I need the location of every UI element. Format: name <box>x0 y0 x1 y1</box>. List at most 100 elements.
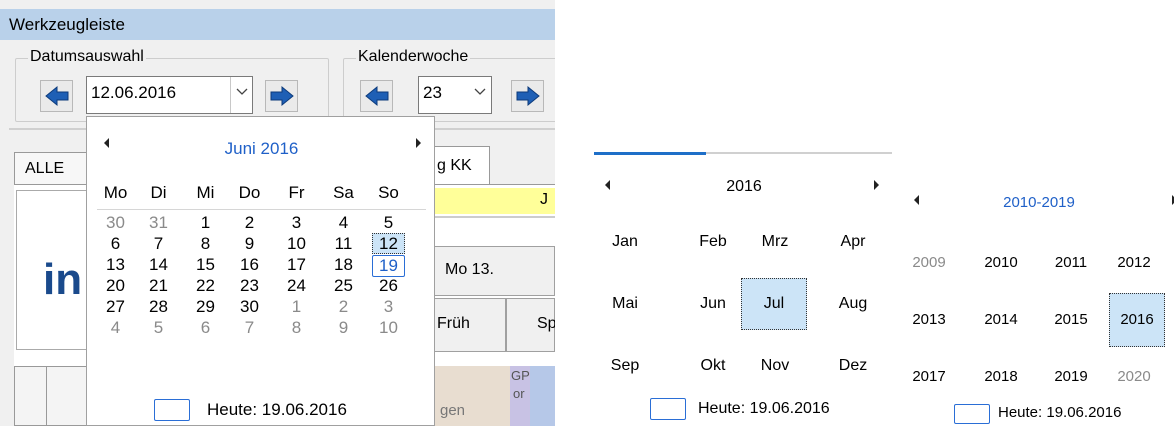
month-title[interactable]: Juni 2016 <box>87 139 436 159</box>
calendar-day[interactable]: 27 <box>99 297 132 317</box>
week-group-label: Kalenderwoche <box>356 48 471 66</box>
year-cell[interactable]: 2011 <box>1046 244 1096 282</box>
month-cell[interactable]: Sep <box>594 346 656 386</box>
arrow-left-icon <box>45 85 69 107</box>
shift-header-frueh[interactable]: Früh <box>432 298 506 352</box>
year-cell[interactable]: 2019 <box>1046 358 1096 396</box>
calendar-day[interactable]: 3 <box>280 213 313 233</box>
shift-header-sp[interactable]: Sp <box>506 298 555 352</box>
calendar-day[interactable]: 5 <box>142 318 175 338</box>
year-calendar-popup: 2016 Heute: 19.06.2016 Jan Feb Mrz Apr Mai Ju… <box>594 160 894 426</box>
date-dropdown-button[interactable] <box>230 77 252 113</box>
decade-title[interactable]: 2010-2019 <box>904 194 1174 211</box>
calendar-day[interactable]: 20 <box>99 276 132 296</box>
next-year-button[interactable] <box>874 180 879 190</box>
month-cell[interactable]: Aug <box>822 284 884 324</box>
calendar-day[interactable]: 24 <box>280 276 313 296</box>
calendar-day[interactable]: 5 <box>372 213 405 233</box>
calendar-day[interactable]: 14 <box>142 255 175 275</box>
calendar-day[interactable]: 16 <box>233 255 266 275</box>
calendar-day[interactable]: 10 <box>280 234 313 254</box>
calendar-day[interactable]: 31 <box>142 213 175 233</box>
week-input[interactable]: 23 <box>423 83 442 103</box>
year-cell[interactable]: 2020 <box>1109 358 1159 396</box>
calendar-day[interactable]: 7 <box>142 234 175 254</box>
year-cell[interactable]: 2010 <box>976 244 1026 282</box>
today-marker-icon <box>154 399 190 421</box>
calendar-day[interactable]: 30 <box>99 213 132 233</box>
next-week-button[interactable] <box>511 80 544 112</box>
tab-kk[interactable]: g KK <box>432 146 490 184</box>
month-cell[interactable]: Dez <box>822 346 884 386</box>
shift-cell[interactable]: gen <box>432 366 510 426</box>
month-cell[interactable]: Apr <box>822 222 884 262</box>
calendar-day[interactable]: 28 <box>142 297 175 317</box>
column-header-mo13[interactable]: Mo 13. <box>432 246 555 296</box>
arrow-right-icon <box>516 85 540 107</box>
today-link[interactable]: Heute: 19.06.2016 <box>998 404 1121 421</box>
calendar-day[interactable]: 7 <box>233 318 266 338</box>
month-cell[interactable]: Feb <box>682 222 744 262</box>
calendar-day[interactable]: 15 <box>189 255 222 275</box>
month-cell[interactable]: Okt <box>682 346 744 386</box>
calendar-day[interactable]: 6 <box>189 318 222 338</box>
calendar-day[interactable]: 17 <box>280 255 313 275</box>
month-cell[interactable]: Jun <box>682 284 744 324</box>
calendar-day[interactable]: 21 <box>142 276 175 296</box>
calendar-day[interactable]: 13 <box>99 255 132 275</box>
calendar-day[interactable]: 2 <box>327 297 360 317</box>
calendar-day[interactable]: 8 <box>280 318 313 338</box>
calendar-day[interactable]: 2 <box>233 213 266 233</box>
calendar-day[interactable]: 11 <box>327 234 360 254</box>
prev-date-button[interactable] <box>40 80 73 112</box>
calendar-day[interactable]: 22 <box>189 276 222 296</box>
calendar-day[interactable]: 9 <box>327 318 360 338</box>
chevron-down-icon <box>236 88 248 95</box>
calendar-day[interactable]: 6 <box>99 234 132 254</box>
year-cell[interactable]: 2015 <box>1046 301 1096 339</box>
calendar-day[interactable]: 26 <box>372 276 405 296</box>
calendar-day[interactable]: 12 <box>372 233 405 254</box>
month-cell[interactable]: Nov <box>744 346 806 386</box>
calendar-day[interactable]: 3 <box>372 297 405 317</box>
month-cell[interactable]: Jan <box>594 222 656 262</box>
calendar-day[interactable]: 10 <box>372 318 405 338</box>
prev-week-button[interactable] <box>360 80 393 112</box>
month-cell[interactable]: Jul <box>741 278 807 330</box>
year-cell[interactable]: 2012 <box>1109 244 1159 282</box>
tab-alle[interactable]: ALLE <box>14 152 88 184</box>
year-cell[interactable]: 2013 <box>904 301 954 339</box>
year-cell[interactable]: 2014 <box>976 301 1026 339</box>
calendar-day[interactable]: 8 <box>189 234 222 254</box>
month-cell[interactable]: Mrz <box>744 222 806 262</box>
week-dropdown-button[interactable] <box>469 77 491 113</box>
calendar-day[interactable]: 23 <box>233 276 266 296</box>
month-cell[interactable]: Mai <box>594 284 656 324</box>
year-popup-top-edge <box>594 152 892 156</box>
calendar-day[interactable]: 25 <box>327 276 360 296</box>
next-date-button[interactable] <box>265 80 298 112</box>
calendar-day[interactable]: 4 <box>327 213 360 233</box>
shift-cell-blue[interactable] <box>530 366 555 426</box>
today-link[interactable]: Heute: 19.06.2016 <box>207 400 347 420</box>
shift-cell-purple[interactable]: GP or <box>510 366 530 426</box>
calendar-day[interactable]: 18 <box>327 255 360 275</box>
year-title[interactable]: 2016 <box>594 178 894 196</box>
next-month-button[interactable] <box>416 138 421 148</box>
year-cell[interactable]: 2018 <box>976 358 1026 396</box>
date-picker-combo[interactable]: 12.06.2016 <box>86 76 253 114</box>
date-input[interactable]: 12.06.2016 <box>91 83 176 103</box>
calendar-day[interactable]: 1 <box>280 297 313 317</box>
calendar-day[interactable]: 29 <box>189 297 222 317</box>
year-cell[interactable]: 2016 <box>1109 293 1165 347</box>
calendar-day[interactable]: 1 <box>189 213 222 233</box>
year-cell[interactable]: 2009 <box>904 244 954 282</box>
year-cell[interactable]: 2017 <box>904 358 954 396</box>
today-link[interactable]: Heute: 19.06.2016 <box>698 400 830 418</box>
calendar-day[interactable]: 30 <box>233 297 266 317</box>
arrow-left-icon <box>365 85 389 107</box>
calendar-day[interactable]: 19 <box>372 255 405 277</box>
calendar-day[interactable]: 9 <box>233 234 266 254</box>
calendar-day[interactable]: 4 <box>99 318 132 338</box>
week-combo[interactable]: 23 <box>418 76 492 114</box>
